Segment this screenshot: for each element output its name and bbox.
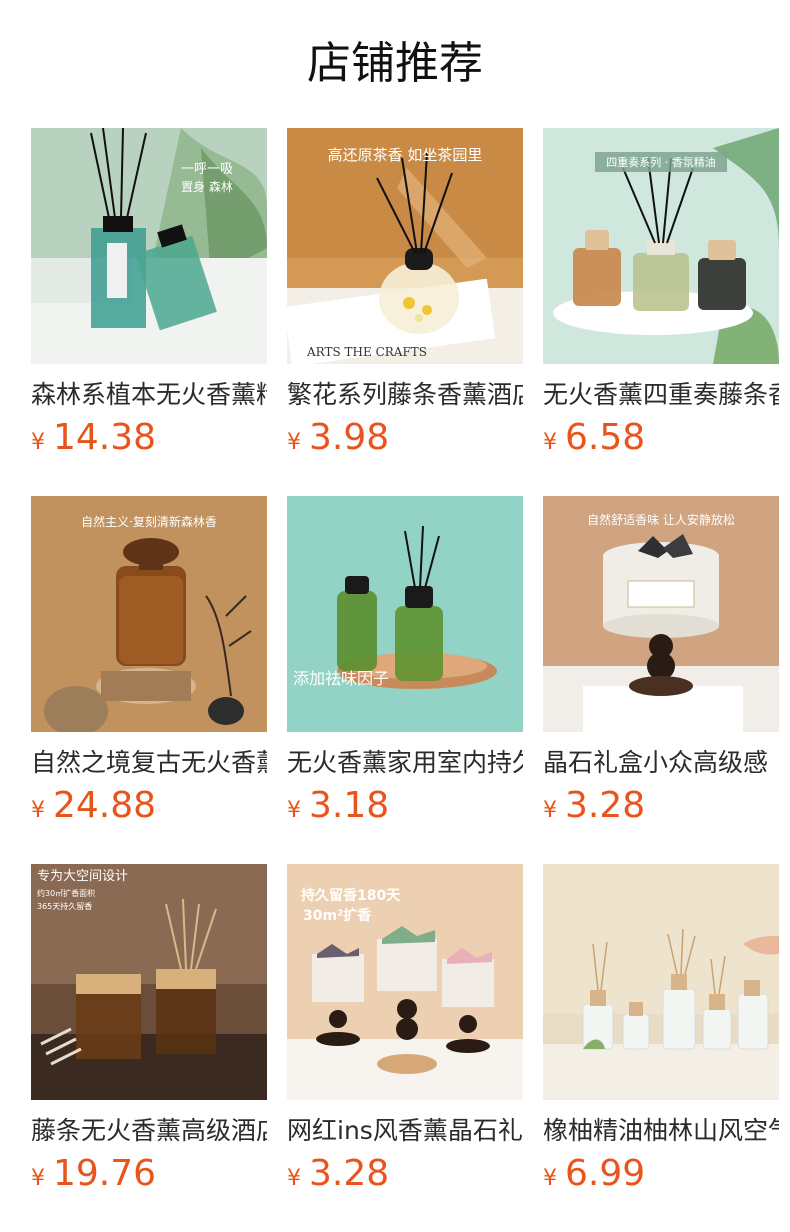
product-name[interactable]: 橡柚精油柚林山风空气 (543, 1114, 779, 1148)
product-image[interactable]: 专为大空间设计 约30㎡扩香面积 365天持久留香 (31, 864, 267, 1100)
currency-symbol: ¥ (31, 430, 45, 455)
product-price: ¥ 3.18 (287, 786, 523, 826)
product-name[interactable]: 藤条无火香薰高级酒店 (31, 1114, 267, 1148)
product-price: ¥ 6.58 (543, 418, 779, 458)
image-text: 自然主义·复刻清新森林香 (81, 514, 217, 529)
product-price: ¥ 19.76 (31, 1154, 267, 1194)
product-card[interactable]: 自然主义·复刻清新森林香 自然之境复古无火香薰 ¥ 24.88 (31, 496, 267, 864)
product-card[interactable]: 添加祛味因子 无火香薰家用室内持久 ¥ 3.18 (287, 496, 523, 864)
product-name[interactable]: 无火香薰四重奏藤条香薰 (543, 378, 779, 412)
product-price: ¥ 3.28 (287, 1154, 523, 1194)
white-bottles-diffuser-image (543, 864, 779, 1100)
product-image[interactable]: 高还原茶香 如坐茶园里 ARTS THE CRAFTS (287, 128, 523, 364)
currency-symbol: ¥ (543, 430, 557, 455)
price-amount: 3.98 (309, 417, 390, 458)
product-grid: 一呼一吸 置身 森林 森林系植本无火香薰精油 ¥ 14.38 (31, 128, 779, 1232)
green-reed-bottles-image: 添加祛味因子 (287, 496, 523, 732)
image-text: 四重奏系列 · 香氛精油 (606, 155, 716, 169)
product-name[interactable]: 繁花系列藤条香薰酒店 (287, 378, 523, 412)
currency-symbol: ¥ (287, 430, 301, 455)
image-text: 专为大空间设计 (37, 869, 128, 884)
product-name[interactable]: 无火香薰家用室内持久 (287, 746, 523, 780)
product-name[interactable]: 网红ins风香薰晶石礼盒 (287, 1114, 523, 1148)
product-name[interactable]: 自然之境复古无火香薰 (31, 746, 267, 780)
product-image[interactable]: 持久留香180天 30m²扩香 (287, 864, 523, 1100)
product-name[interactable]: 森林系植本无火香薰精油 (31, 378, 267, 412)
product-card[interactable]: 四重奏系列 · 香氛精油 无火香薰四重奏藤条香薰 ¥ 6.58 (543, 128, 779, 496)
currency-symbol: ¥ (287, 798, 301, 823)
price-amount: 14.38 (53, 417, 157, 458)
reed-diffuser-flower-jar-image: 高还原茶香 如坐茶园里 ARTS THE CRAFTS (287, 128, 523, 364)
product-card[interactable]: 橡柚精油柚林山风空气 ¥ 6.99 (543, 864, 779, 1232)
product-price: ¥ 3.98 (287, 418, 523, 458)
crystal-stone-diffuser-image: 自然舒适香味 让人安静放松 (543, 496, 779, 732)
product-price: ¥ 6.99 (543, 1154, 779, 1194)
product-price: ¥ 14.38 (31, 418, 267, 458)
image-text: 一呼一吸 (181, 162, 233, 177)
currency-symbol: ¥ (543, 798, 557, 823)
product-card[interactable]: 高还原茶香 如坐茶园里 ARTS THE CRAFTS 繁花系列藤条香薰酒店 ¥… (287, 128, 523, 496)
image-text: 高还原茶香 如坐茶园里 (328, 146, 483, 164)
image-text: 30m²扩香 (303, 907, 372, 924)
product-image[interactable]: 一呼一吸 置身 森林 (31, 128, 267, 364)
product-price: ¥ 3.28 (543, 786, 779, 826)
product-price: ¥ 24.88 (31, 786, 267, 826)
product-image[interactable]: 自然舒适香味 让人安静放松 (543, 496, 779, 732)
price-amount: 19.76 (53, 1153, 157, 1194)
price-amount: 3.28 (309, 1153, 390, 1194)
currency-symbol: ¥ (31, 1166, 45, 1191)
price-amount: 3.28 (565, 785, 646, 826)
product-card[interactable]: 专为大空间设计 约30㎡扩香面积 365天持久留香 藤条无火香薰高级酒店 ¥ 1… (31, 864, 267, 1232)
price-amount: 6.99 (565, 1153, 646, 1194)
product-card[interactable]: 一呼一吸 置身 森林 森林系植本无火香薰精油 ¥ 14.38 (31, 128, 267, 496)
image-text: 约30㎡扩香面积 (37, 888, 95, 898)
image-text: 添加祛味因子 (293, 669, 389, 688)
image-text: ARTS THE CRAFTS (306, 345, 427, 359)
price-amount: 24.88 (53, 785, 157, 826)
product-image[interactable]: 四重奏系列 · 香氛精油 (543, 128, 779, 364)
reed-diffuser-green-bottles-image: 一呼一吸 置身 森林 (31, 128, 267, 364)
image-text: 365天持久留香 (37, 901, 92, 911)
currency-symbol: ¥ (543, 1166, 557, 1191)
price-amount: 6.58 (565, 417, 646, 458)
image-text: 自然舒适香味 让人安静放松 (587, 512, 735, 527)
product-name[interactable]: 晶石礼盒小众高级感 (543, 746, 779, 780)
page-title: 店铺推荐 (307, 38, 483, 89)
price-amount: 3.18 (309, 785, 390, 826)
product-image[interactable] (543, 864, 779, 1100)
reed-diffuser-trio-image: 四重奏系列 · 香氛精油 (543, 128, 779, 364)
currency-symbol: ¥ (287, 1166, 301, 1191)
image-text: 持久留香180天 (301, 887, 401, 904)
crystal-stone-trio-image: 持久留香180天 30m²扩香 (287, 864, 523, 1100)
currency-symbol: ¥ (31, 798, 45, 823)
product-card[interactable]: 持久留香180天 30m²扩香 网红ins风香薰晶石礼盒 ¥ 3.28 (287, 864, 523, 1232)
product-image[interactable]: 自然主义·复刻清新森林香 (31, 496, 267, 732)
product-card[interactable]: 自然舒适香味 让人安静放松 晶石礼盒小众高级感 ¥ 3.28 (543, 496, 779, 864)
image-text: 置身 森林 (181, 179, 233, 194)
product-image[interactable]: 添加祛味因子 (287, 496, 523, 732)
wood-cap-diffuser-image: 专为大空间设计 约30㎡扩香面积 365天持久留香 (31, 864, 267, 1100)
amber-bottle-image: 自然主义·复刻清新森林香 (31, 496, 267, 732)
